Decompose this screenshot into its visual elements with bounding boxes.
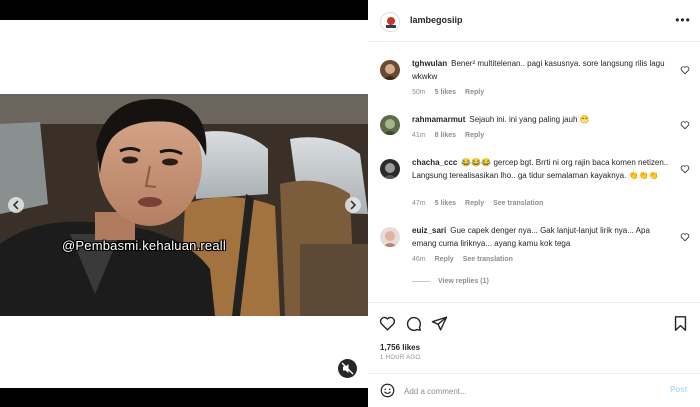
post-author-username[interactable]: lambegosiip [410,15,463,25]
divider [412,280,430,282]
reply-button[interactable]: Reply [465,89,484,96]
post-media: @Pembasmi.kehaluan.reall [0,0,368,407]
reply-button[interactable]: Reply [435,256,454,263]
user-photo-icon [380,227,400,247]
comment-text: Sejauh ini. ini yang paling jauh 😁 [469,115,590,124]
avatar[interactable] [380,227,400,247]
heart-icon[interactable] [680,164,690,174]
reply-button[interactable]: Reply [465,132,484,139]
add-comment-input[interactable] [404,384,644,398]
heart-icon[interactable] [379,315,396,332]
share-icon[interactable] [431,315,448,332]
comment-time[interactable]: 50m [412,89,426,96]
post-details-panel: lambegosiip ••• tghwulan Bener² multitele… [368,0,700,407]
add-comment-bar: Post [368,373,700,407]
likes-count[interactable]: 1,756 likes [380,343,420,352]
comment-time[interactable]: 47m [412,200,426,207]
emoji-icon[interactable] [380,383,395,398]
comment-time[interactable]: 41m [412,132,426,139]
comment-likes[interactable]: 5 likes [435,89,456,96]
comment-meta: 47m 5 likes Reply See translation [412,200,552,207]
avatar[interactable] [380,12,400,32]
post-comment-button[interactable]: Post [670,385,687,394]
chevron-right-icon [350,200,357,210]
bookmark-icon[interactable] [672,315,689,332]
heart-icon[interactable] [680,232,690,242]
comment-username[interactable]: tghwulan [412,59,447,68]
heart-icon[interactable] [680,120,690,130]
comment-meta: 50m 5 likes Reply [412,89,493,96]
comment-text: Gue capek denger nya... Gak lanjut-lanju… [412,226,650,248]
comment-meta: 41m 8 likes Reply [412,132,493,139]
post-header: lambegosiip ••• [368,0,700,42]
comment-likes[interactable]: 5 likes [435,200,456,207]
comment-text: Bener² multitelenan.. pagi kasusnya. sor… [412,59,665,81]
video-frame [0,94,368,316]
user-photo-icon [380,60,400,80]
sound-off-icon [341,362,354,375]
post-action-bar [368,302,700,342]
comment-time[interactable]: 46m [412,256,426,263]
next-media-button[interactable] [345,197,361,213]
see-translation-link[interactable]: See translation [463,256,513,263]
profile-logo-icon [382,14,399,31]
more-options-button[interactable]: ••• [674,10,692,30]
comment-likes[interactable]: 8 likes [435,132,456,139]
view-replies-link[interactable]: View replies (1) [412,278,489,285]
avatar[interactable] [380,115,400,135]
user-photo-icon [380,159,400,179]
post-timestamp: 1 HOUR AGO [380,355,421,361]
comment-username[interactable]: rahmamarmut [412,115,465,124]
mute-toggle-button[interactable] [338,359,357,378]
comment-meta: 46m Reply See translation [412,256,522,263]
see-translation-link[interactable]: See translation [493,200,543,207]
instagram-post-viewer: @Pembasmi.kehaluan.reall lambegosiip •••… [0,0,700,407]
avatar[interactable] [380,159,400,179]
video-caption-overlay: @Pembasmi.kehaluan.reall [62,238,226,253]
reply-button[interactable]: Reply [465,200,484,207]
comment-username[interactable]: chacha_ccc [412,158,457,167]
chevron-left-icon [12,200,19,210]
user-photo-icon [380,115,400,135]
comment-icon[interactable] [405,315,422,332]
video-player[interactable]: @Pembasmi.kehaluan.reall [0,94,368,316]
previous-media-button[interactable] [8,197,24,213]
comment-username[interactable]: euiz_sari [412,226,446,235]
avatar[interactable] [380,60,400,80]
heart-icon[interactable] [680,65,690,75]
